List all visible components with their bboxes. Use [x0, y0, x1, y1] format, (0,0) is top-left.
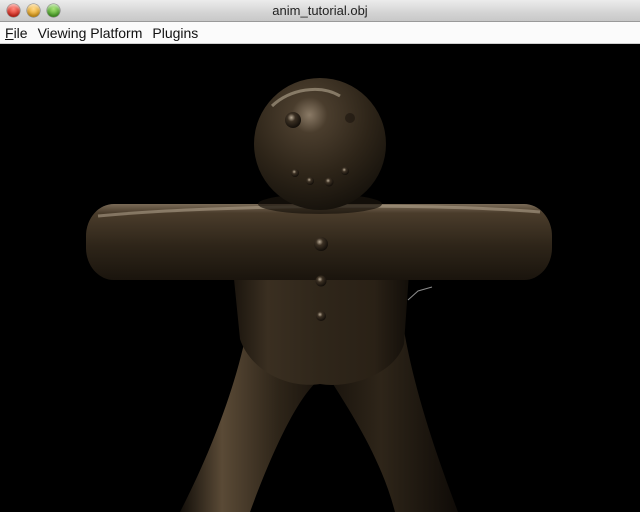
head	[254, 78, 386, 210]
menu-plugins-label: Plugins	[152, 24, 199, 41]
button-1	[314, 237, 328, 251]
app-window: anim_tutorial.obj File Viewing Platform …	[0, 0, 640, 512]
3d-viewport[interactable]	[0, 44, 640, 512]
title-bar[interactable]: anim_tutorial.obj	[0, 0, 640, 22]
menu-viewing-platform-label: Viewing Platform	[37, 24, 143, 41]
window-title: anim_tutorial.obj	[272, 3, 368, 18]
menu-file[interactable]: File	[5, 25, 28, 41]
menu-viewing-platform[interactable]: Viewing Platform	[38, 25, 143, 41]
menu-bar: File Viewing Platform Plugins	[0, 22, 640, 44]
button-2	[315, 275, 327, 287]
menu-file-label: ile	[13, 24, 28, 41]
menu-file-mnemonic: F	[5, 24, 14, 41]
button-3	[316, 311, 326, 321]
right-eye	[345, 113, 355, 123]
gingerbread-model	[86, 78, 552, 512]
menu-plugins[interactable]: Plugins	[152, 25, 198, 41]
left-eye	[285, 112, 301, 128]
